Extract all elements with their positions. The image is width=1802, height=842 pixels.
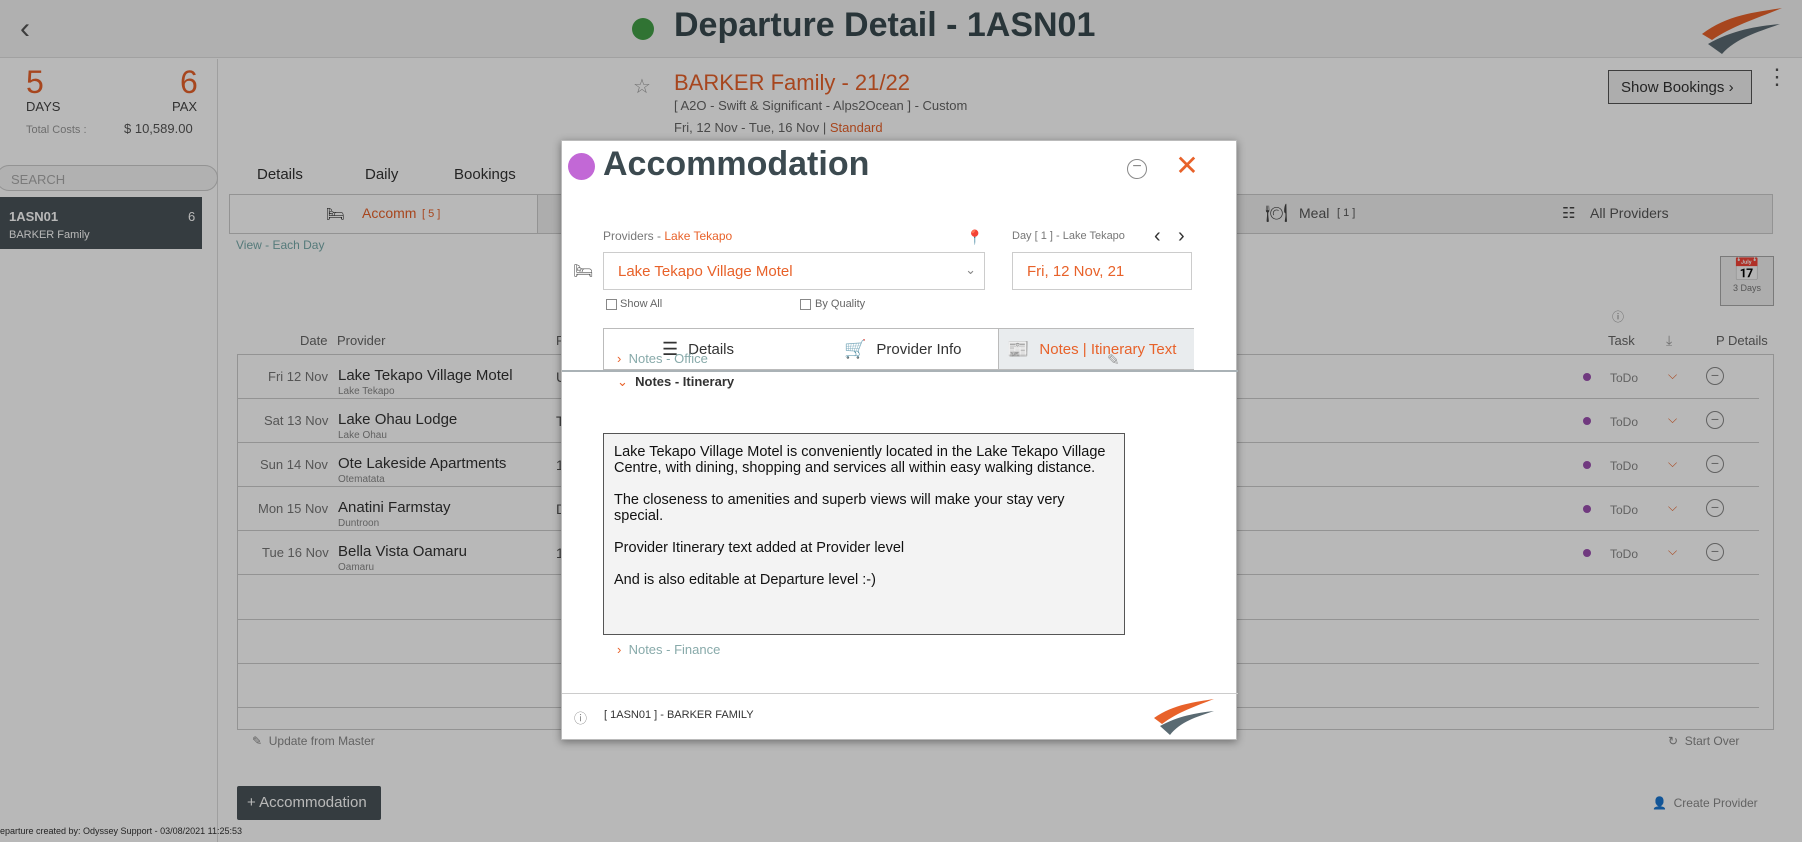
tab-notes-itinerary[interactable]: 📰 Notes | Itinerary Text (998, 329, 1194, 369)
chevron-right-icon: › (617, 642, 622, 657)
provider-selected-value: Lake Tekapo Village Motel (618, 263, 793, 280)
notes-finance-label: Notes - Finance (628, 642, 721, 657)
by-quality-label: By Quality (815, 298, 866, 310)
tab-divider (562, 370, 1238, 372)
day-label: Day [ 1 ] - Lake Tekapo (1012, 230, 1125, 242)
by-quality-checkbox[interactable] (800, 299, 811, 310)
location-pin-icon[interactable]: 📍 (966, 229, 983, 246)
accommodation-modal: Accommodation − ✕ Providers - Lake Tekap… (561, 140, 1238, 741)
provider-select[interactable]: Lake Tekapo Village Motel ⌄ (603, 252, 985, 290)
notes-itinerary-toggle[interactable]: ⌄ Notes - Itinerary (617, 374, 734, 390)
bed-icon: 🛏 (573, 263, 594, 280)
close-icon[interactable]: ✕ (1172, 151, 1202, 181)
providers-label-text: Providers - (603, 229, 662, 243)
chevron-right-icon: › (617, 351, 622, 366)
tab-provider-info-label: Provider Info (876, 340, 962, 358)
cart-icon: 🛒 (844, 338, 867, 359)
modal-title: Accommodation (603, 145, 870, 183)
providers-label: Providers - Lake Tekapo (603, 229, 732, 243)
tab-provider-info[interactable]: 🛒 Provider Info (836, 329, 1016, 369)
notes-itinerary-label: Notes - Itinerary (635, 374, 735, 389)
company-logo (1154, 699, 1214, 735)
modal-footer: ⓘ [ 1ASN01 ] - BARKER FAMILY (562, 693, 1238, 741)
notes-office-toggle[interactable]: › Notes - Office (617, 351, 708, 366)
show-all-label: Show All (620, 298, 663, 310)
chevron-down-icon: ⌄ (617, 374, 628, 389)
previous-day-icon[interactable]: ‹ (1154, 225, 1161, 248)
chevron-down-icon: ⌄ (965, 262, 976, 277)
info-icon: ⓘ (574, 711, 588, 726)
pencil-icon[interactable]: ✎ (1107, 351, 1120, 369)
modal-status-dot (568, 153, 595, 180)
minimize-icon[interactable]: − (1127, 159, 1147, 179)
providers-location: Lake Tekapo (664, 229, 733, 243)
show-all-checkbox[interactable] (606, 299, 617, 310)
date-field[interactable]: Fri, 12 Nov, 21 (1012, 252, 1192, 290)
notes-office-label: Notes - Office (628, 351, 708, 366)
notes-finance-toggle[interactable]: › Notes - Finance (617, 642, 720, 657)
itinerary-textarea[interactable]: Lake Tekapo Village Motel is convenientl… (603, 433, 1125, 635)
footer-departure-text: [ 1ASN01 ] - BARKER FAMILY (604, 709, 754, 721)
newspaper-icon: 📰 (1007, 338, 1030, 359)
next-day-icon[interactable]: › (1178, 225, 1185, 248)
